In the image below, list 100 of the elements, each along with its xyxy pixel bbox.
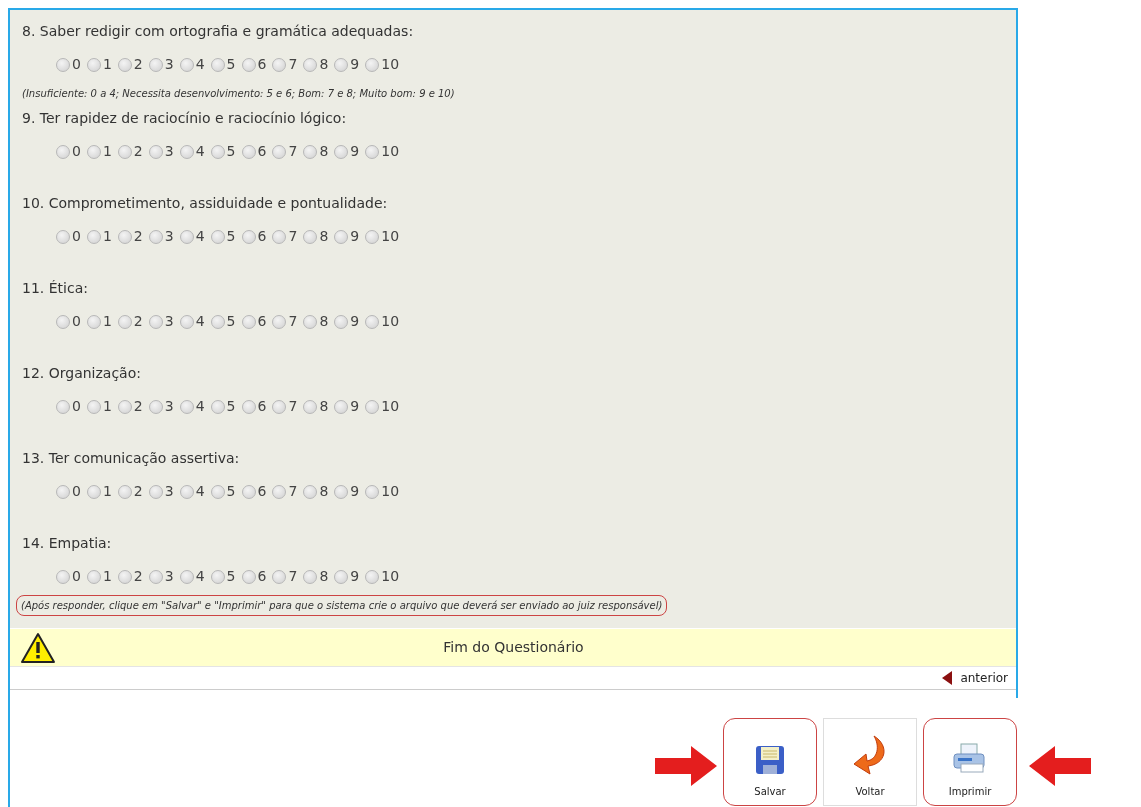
radio-button[interactable] — [272, 145, 287, 159]
radio-button[interactable] — [56, 570, 70, 584]
warning-icon — [20, 631, 56, 664]
radio-button[interactable] — [365, 230, 380, 244]
radio-button[interactable] — [272, 58, 287, 72]
radio-button[interactable] — [303, 145, 318, 159]
radio-button[interactable] — [303, 58, 318, 72]
radio-button[interactable] — [179, 58, 194, 72]
radio-button[interactable] — [272, 315, 287, 329]
option-label: 2 — [133, 397, 143, 416]
radio-button[interactable] — [365, 145, 380, 159]
option-label: 0 — [72, 482, 81, 501]
radio-button[interactable] — [179, 570, 194, 584]
radio-button[interactable] — [117, 315, 132, 329]
left-triangle-icon[interactable] — [942, 671, 953, 685]
radio-button[interactable] — [241, 570, 256, 584]
radio-button[interactable] — [179, 315, 194, 329]
radio-button[interactable] — [117, 400, 132, 414]
radio-button[interactable] — [365, 485, 380, 499]
back-button[interactable]: Voltar — [823, 718, 917, 806]
previous-link[interactable]: anterior — [960, 669, 1008, 687]
radio-button[interactable] — [210, 570, 225, 584]
radio-button[interactable] — [272, 230, 287, 244]
option-label: 6 — [257, 55, 267, 74]
radio-button[interactable] — [86, 400, 101, 414]
radio-button[interactable] — [365, 570, 380, 584]
radio-button[interactable] — [303, 400, 318, 414]
radio-button[interactable] — [86, 485, 101, 499]
radio-button[interactable] — [241, 58, 256, 72]
radio-button[interactable] — [334, 58, 349, 72]
option-label: 2 — [133, 55, 143, 74]
radio-button[interactable] — [334, 230, 349, 244]
radio-button[interactable] — [365, 58, 380, 72]
radio-button[interactable] — [241, 230, 256, 244]
radio-button[interactable] — [303, 315, 318, 329]
option-label: 2 — [133, 482, 143, 501]
radio-button[interactable] — [303, 485, 318, 499]
radio-button[interactable] — [56, 400, 70, 414]
radio-button[interactable] — [241, 145, 256, 159]
radio-button[interactable] — [334, 145, 349, 159]
radio-button[interactable] — [179, 145, 194, 159]
option-label: 3 — [164, 482, 174, 501]
radio-button[interactable] — [148, 400, 163, 414]
radio-button[interactable] — [148, 230, 163, 244]
option-label: 9 — [350, 142, 360, 161]
radio-button[interactable] — [334, 400, 349, 414]
radio-button[interactable] — [334, 315, 349, 329]
radio-button[interactable] — [148, 145, 163, 159]
radio-button[interactable] — [86, 145, 101, 159]
radio-button[interactable] — [210, 58, 225, 72]
radio-button[interactable] — [148, 570, 163, 584]
radio-button[interactable] — [86, 230, 101, 244]
option-label: 8 — [319, 482, 329, 501]
option-label: 4 — [195, 567, 205, 586]
radio-button[interactable] — [117, 570, 132, 584]
radio-button[interactable] — [210, 400, 225, 414]
radio-button[interactable] — [148, 485, 163, 499]
radio-button[interactable] — [148, 58, 163, 72]
radio-button[interactable] — [117, 230, 132, 244]
radio-button[interactable] — [179, 400, 194, 414]
option-label: 2 — [133, 312, 143, 331]
radio-button[interactable] — [210, 230, 225, 244]
print-button[interactable]: Imprimir — [923, 718, 1017, 806]
radio-button[interactable] — [117, 58, 132, 72]
radio-button[interactable] — [241, 400, 256, 414]
option-label: 1 — [102, 142, 112, 161]
radio-button[interactable] — [365, 315, 380, 329]
radio-button[interactable] — [179, 485, 194, 499]
radio-button[interactable] — [86, 570, 101, 584]
radio-button[interactable] — [210, 315, 225, 329]
option-label: 5 — [226, 142, 236, 161]
radio-button[interactable] — [272, 570, 287, 584]
radio-button[interactable] — [241, 315, 256, 329]
option-label: 0 — [72, 397, 81, 416]
radio-button[interactable] — [210, 145, 225, 159]
radio-button[interactable] — [86, 315, 101, 329]
radio-button[interactable] — [86, 58, 101, 72]
radio-button[interactable] — [334, 570, 349, 584]
radio-button[interactable] — [272, 400, 287, 414]
radio-button[interactable] — [272, 485, 287, 499]
radio-button[interactable] — [148, 315, 163, 329]
radio-button[interactable] — [210, 485, 225, 499]
radio-button[interactable] — [303, 230, 318, 244]
radio-button[interactable] — [56, 145, 70, 159]
radio-button[interactable] — [56, 58, 70, 72]
option-label: 4 — [195, 55, 205, 74]
option-label: 5 — [226, 397, 236, 416]
radio-button[interactable] — [117, 485, 132, 499]
radio-button[interactable] — [334, 485, 349, 499]
radio-button[interactable] — [365, 400, 380, 414]
radio-button[interactable] — [117, 145, 132, 159]
question-label: 13. Ter comunicação assertiva: — [22, 449, 241, 468]
radio-button[interactable] — [56, 315, 70, 329]
radio-button[interactable] — [303, 570, 318, 584]
option-label: 0 — [72, 142, 81, 161]
radio-button[interactable] — [56, 230, 70, 244]
radio-button[interactable] — [56, 485, 70, 499]
radio-button[interactable] — [179, 230, 194, 244]
radio-button[interactable] — [241, 485, 256, 499]
save-button[interactable]: Salvar — [723, 718, 817, 806]
